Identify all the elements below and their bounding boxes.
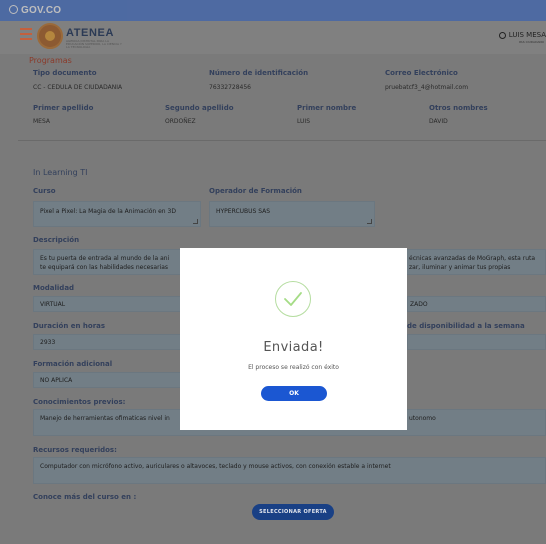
descripcion-line-1-left: Es tu puerta de entrada al mundo de la a… — [40, 255, 170, 262]
conoce-mas-label: Conoce más del curso en : — [33, 493, 137, 501]
modalidad-right-value: ZADO — [410, 301, 428, 308]
program-title: In Learning TI — [33, 168, 88, 177]
user-role: PAS CIUDADANO — [519, 40, 544, 44]
success-modal: Enviada! El proceso se realizó con éxito… — [180, 248, 407, 430]
modal-message: El proceso se realizó con éxito — [248, 364, 339, 371]
correo-label: Correo Electrónico — [385, 69, 458, 77]
curso-value: Pixel a Pixel: La Magia de la Animación … — [40, 208, 176, 215]
descripcion-line-1-right: écnicas avanzadas de MoGraph, esta ruta — [409, 255, 536, 262]
gov-co-bar: GOV.CO — [0, 0, 546, 21]
operador-label: Operador de Formación — [209, 187, 302, 195]
tipo-documento-value: CC - CEDULA DE CIUDADANIA — [33, 84, 123, 91]
segundo-apellido-value: ORDOÑEZ — [165, 118, 196, 125]
operador-field[interactable]: HYPERCUBUS SAS — [209, 201, 375, 227]
ok-button[interactable]: OK — [261, 386, 327, 401]
disponibilidad-label: de disponibilidad a la semana — [407, 322, 525, 330]
gov-co-logo-text: GOV.CO — [21, 5, 62, 16]
menu-icon[interactable] — [20, 28, 32, 40]
descripcion-line-2-right: zar, iluminar y animar tus propias — [409, 264, 511, 271]
recursos-label: Recursos requeridos: — [33, 446, 117, 454]
duracion-value: 2933 — [40, 339, 56, 346]
seleccionar-oferta-button[interactable]: SELECCIONAR OFERTA — [252, 504, 334, 520]
operador-value: HYPERCUBUS SAS — [216, 208, 271, 215]
formacion-adicional-label: Formación adicional — [33, 360, 113, 368]
primer-apellido-value: MESA — [33, 118, 50, 125]
conocimientos-label: Conocimientos previos: — [33, 398, 126, 406]
tipo-documento-label: Tipo documento — [33, 69, 97, 77]
success-check-icon — [275, 281, 311, 317]
brand-name: ATENEA — [66, 27, 115, 39]
primer-nombre-label: Primer nombre — [297, 104, 357, 112]
curso-label: Curso — [33, 187, 56, 195]
numero-identificacion-value: 76332728456 — [209, 84, 251, 91]
conocimientos-value-left: Manejo de herramientas ofimaticas nivel … — [40, 415, 170, 422]
otros-nombres-value: DAVID — [429, 118, 448, 125]
app-header: ATENEA AGENCIA DISTRITAL PARA LA EDUCACI… — [0, 21, 546, 54]
atenea-logo-icon — [37, 23, 63, 49]
modalidad-field[interactable]: VIRTUAL — [33, 296, 181, 312]
user-icon — [498, 32, 506, 39]
resize-handle-icon[interactable] — [367, 219, 372, 224]
brand-subtitle: AGENCIA DISTRITAL PARA LA EDUCACIÓN SUPE… — [66, 39, 122, 49]
breadcrumb[interactable]: Programas — [29, 56, 72, 65]
primer-nombre-value: LUIS — [297, 118, 311, 125]
curso-field[interactable]: Pixel a Pixel: La Magia de la Animación … — [33, 201, 201, 227]
correo-value: pruebatcf3_4@hotmail.com — [385, 84, 469, 91]
gov-co-emblem-icon — [9, 5, 18, 14]
user-name: LUIS MESA — [508, 31, 546, 39]
modal-title: Enviada! — [263, 340, 324, 355]
duracion-field[interactable]: 2933 — [33, 334, 181, 350]
modalidad-label: Modalidad — [33, 284, 75, 292]
primer-apellido-label: Primer apellido — [33, 104, 94, 112]
otros-nombres-label: Otros nombres — [429, 104, 488, 112]
descripcion-line-2-left: te equipará con las habilidades necesari… — [40, 264, 169, 271]
conocimientos-value-right: utonomo — [409, 415, 436, 422]
duracion-label: Duración en horas — [33, 322, 106, 330]
user-menu[interactable]: LUIS MESA PAS CIUDADANO — [498, 31, 546, 44]
modalidad-right-field[interactable]: ZADO — [407, 296, 546, 312]
numero-identificacion-label: Número de identificación — [209, 69, 309, 77]
gov-co-logo[interactable]: GOV.CO — [9, 5, 61, 16]
recursos-field[interactable]: Computador con micrófono activo, auricul… — [33, 457, 546, 484]
recursos-value: Computador con micrófono activo, auricul… — [40, 463, 391, 470]
segundo-apellido-label: Segundo apellido — [165, 104, 234, 112]
descripcion-label: Descripción — [33, 236, 80, 244]
formacion-adicional-field[interactable]: NO APLICA — [33, 372, 181, 388]
disponibilidad-field[interactable] — [407, 334, 546, 350]
resize-handle-icon[interactable] — [193, 219, 198, 224]
modalidad-value: VIRTUAL — [40, 301, 66, 308]
formacion-adicional-value: NO APLICA — [40, 377, 73, 384]
